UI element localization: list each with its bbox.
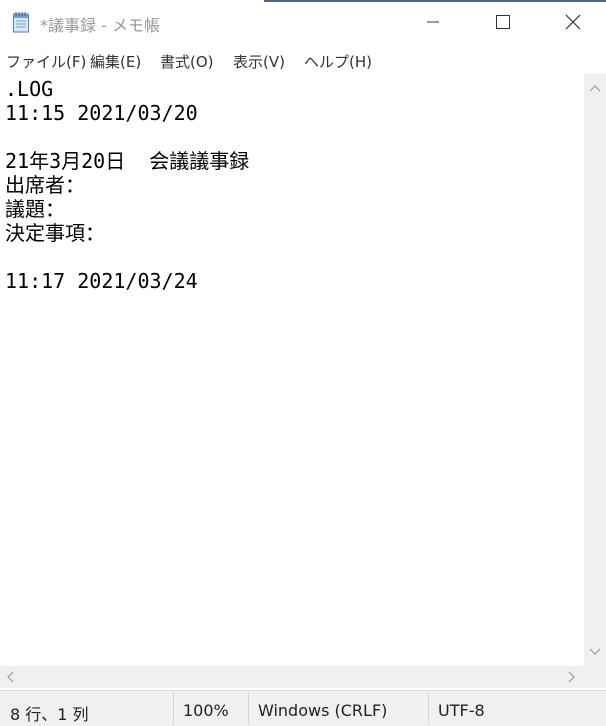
- notepad-window: *議事録 - メモ帳 ファイル(F) 編集(E) 書式(O) 表示(V) ヘルプ…: [0, 0, 606, 726]
- scroll-up-icon[interactable]: [584, 80, 606, 98]
- notepad-icon: [13, 12, 29, 33]
- status-encoding: UTF-8: [438, 701, 485, 720]
- maximize-button[interactable]: [480, 2, 526, 42]
- status-cursor-position: 8 行、1 列: [10, 705, 89, 724]
- editor-line: 11:15 2021/03/20: [5, 101, 198, 125]
- status-bar: 8 行、1 列 100% Windows (CRLF) UTF-8: [0, 690, 606, 726]
- minimize-button[interactable]: [410, 2, 456, 42]
- close-button[interactable]: [550, 2, 596, 42]
- scroll-right-icon[interactable]: [562, 668, 580, 686]
- text-editor[interactable]: .LOG 11:15 2021/03/20 21年3月20日 会議議事録 出席者…: [0, 74, 584, 666]
- editor-line: 議題：: [5, 197, 65, 221]
- menu-format[interactable]: 書式(O): [160, 51, 214, 72]
- menu-edit[interactable]: 編集(E): [90, 51, 141, 72]
- editor-line: 11:17 2021/03/24: [5, 269, 198, 293]
- status-divider: [173, 693, 174, 725]
- status-line-ending: Windows (CRLF): [258, 701, 388, 720]
- menu-file[interactable]: ファイル(F): [6, 51, 86, 72]
- status-zoom: 100%: [183, 701, 229, 720]
- editor-line: .LOG: [5, 77, 54, 101]
- title-bar[interactable]: *議事録 - メモ帳: [0, 2, 606, 42]
- editor-line: 21年3月20日 会議議事録: [5, 149, 250, 173]
- minimize-icon: [427, 21, 439, 23]
- scroll-down-icon[interactable]: [584, 642, 606, 660]
- editor-line: 出席者：: [5, 173, 85, 197]
- menu-bar: ファイル(F) 編集(E) 書式(O) 表示(V) ヘルプ(H): [0, 44, 606, 74]
- scrollbar-corner: [584, 666, 606, 688]
- editor-line: 決定事項：: [5, 221, 105, 245]
- menu-view[interactable]: 表示(V): [233, 51, 285, 72]
- maximize-icon: [496, 15, 510, 29]
- window-title: *議事録 - メモ帳: [40, 16, 160, 35]
- vertical-scrollbar[interactable]: [584, 74, 606, 666]
- scroll-left-icon[interactable]: [2, 668, 20, 686]
- close-icon: [565, 14, 581, 30]
- status-divider: [248, 693, 249, 725]
- status-divider: [428, 693, 429, 725]
- horizontal-scrollbar[interactable]: [0, 666, 584, 688]
- menu-help[interactable]: ヘルプ(H): [304, 51, 372, 72]
